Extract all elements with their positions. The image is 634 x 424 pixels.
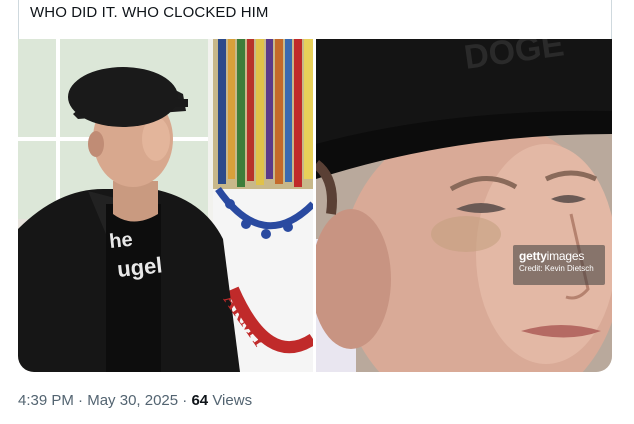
separator: · — [182, 392, 188, 409]
watermark-credit: Credit: Kevin Dietsch — [519, 264, 594, 273]
tweet-time: 4:39 PM — [18, 392, 74, 409]
tweet-meta: 4:39 PM · May 30, 2025 · 64 Views — [18, 392, 252, 409]
views-label: Views — [212, 392, 253, 409]
getty-watermark: gettyimages Credit: Kevin Dietsch — [513, 245, 605, 285]
tweet-media[interactable]: he ugel ARMY DOGE gettyimages Credit: Ke… — [18, 39, 612, 372]
tweet-image-left[interactable]: he ugel ARMY — [18, 39, 313, 372]
watermark-brand: gettyimages — [519, 249, 585, 263]
tweet-text: WHO DID IT. WHO CLOCKED HIM — [30, 4, 269, 21]
tweet-date: May 30, 2025 — [87, 392, 179, 409]
views-count: 64 — [191, 392, 209, 409]
separator: · — [78, 392, 84, 409]
image-right-illustration: DOGE — [316, 39, 612, 372]
tweet-image-right[interactable]: DOGE gettyimages Credit: Kevin Dietsch — [316, 39, 612, 372]
image-left-illustration — [18, 39, 313, 372]
tweet-time-link[interactable]: 4:39 PM · May 30, 2025 — [18, 392, 178, 409]
